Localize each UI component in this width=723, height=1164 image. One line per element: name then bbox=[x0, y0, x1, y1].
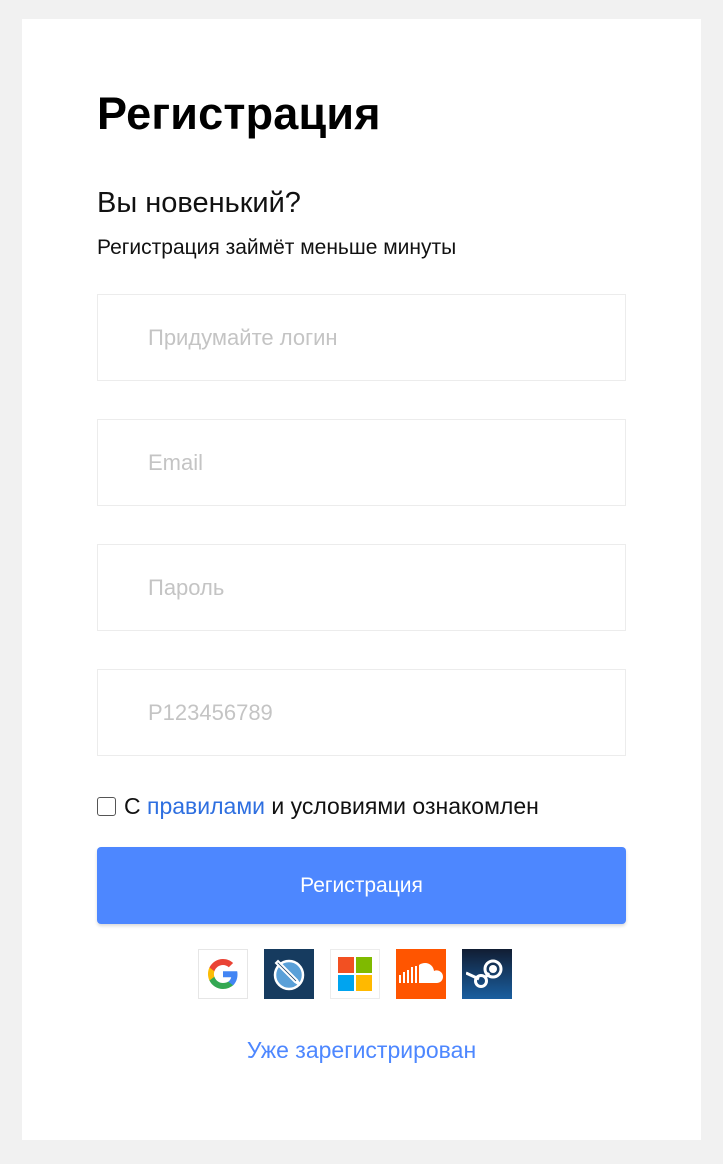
soundcloud-icon bbox=[399, 963, 443, 983]
osu-login-button[interactable] bbox=[264, 949, 314, 999]
terms-suffix: и условиями ознакомлен bbox=[271, 793, 539, 819]
subtitle: Вы новенький? bbox=[97, 187, 301, 219]
google-login-button[interactable] bbox=[198, 949, 248, 999]
code-field[interactable] bbox=[97, 669, 626, 756]
login-field[interactable] bbox=[97, 294, 626, 381]
steam-login-button[interactable] bbox=[462, 949, 512, 999]
google-icon bbox=[208, 959, 238, 989]
terms-row: С правилами и условиями ознакомлен bbox=[97, 795, 539, 818]
register-button[interactable]: Регистрация bbox=[97, 847, 626, 924]
microsoft-login-button[interactable] bbox=[330, 949, 380, 999]
registration-card: Регистрация Вы новенький? Регистрация за… bbox=[22, 19, 701, 1140]
page-title: Регистрация bbox=[97, 88, 381, 139]
terms-prefix: С bbox=[124, 793, 141, 819]
already-registered-link[interactable]: Уже зарегистрирован bbox=[22, 1039, 701, 1062]
osu-pencil-icon bbox=[273, 959, 305, 991]
social-login-row bbox=[198, 949, 512, 999]
email-field[interactable] bbox=[97, 419, 626, 506]
password-field[interactable] bbox=[97, 544, 626, 631]
soundcloud-login-button[interactable] bbox=[396, 949, 446, 999]
hint-text: Регистрация займёт меньше минуты bbox=[97, 236, 457, 259]
microsoft-icon bbox=[338, 957, 372, 991]
steam-icon bbox=[466, 959, 503, 988]
terms-link[interactable]: правилами bbox=[147, 795, 265, 818]
terms-checkbox[interactable] bbox=[97, 797, 116, 816]
